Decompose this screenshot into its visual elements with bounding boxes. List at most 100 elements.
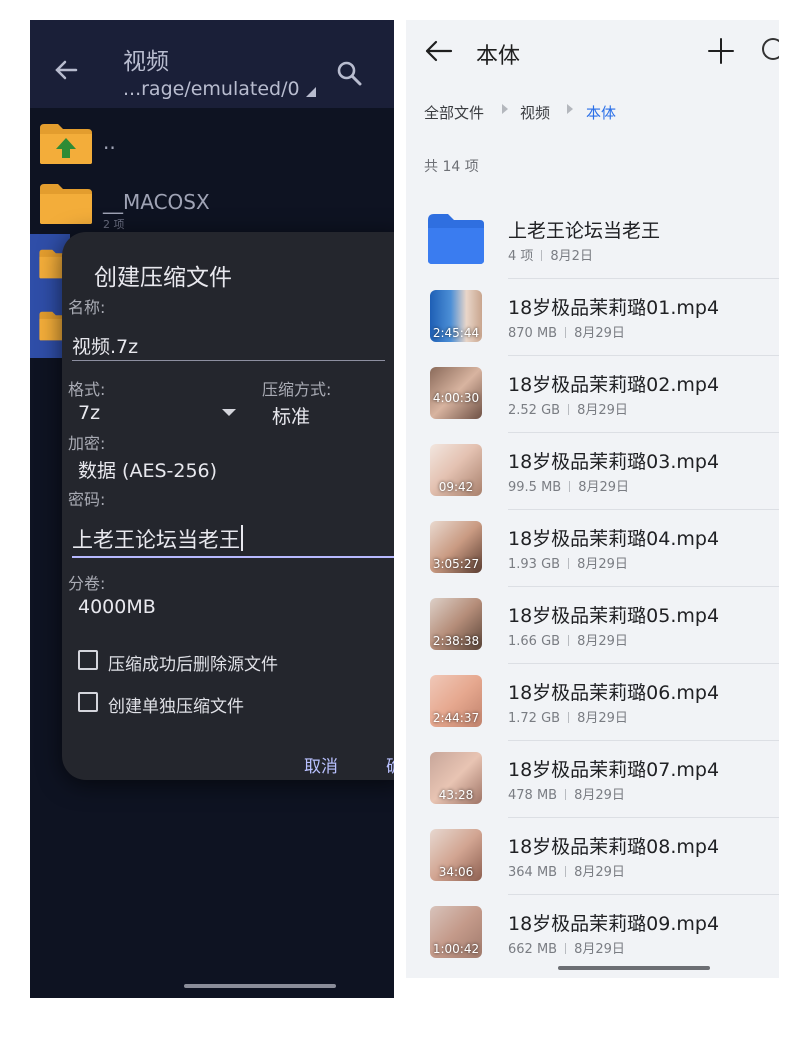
meta-separator xyxy=(568,558,570,569)
item-size: 870 MB xyxy=(508,326,558,341)
list-item-video[interactable]: 34:06 18岁极品茉莉璐08.mp4 364 MB 8月29日 xyxy=(406,818,779,895)
item-date: 8月2日 xyxy=(550,249,593,264)
item-size: 1.66 GB xyxy=(508,634,561,649)
path-text: ...rage/emulated/0 xyxy=(123,78,300,100)
breadcrumb-separator-icon xyxy=(502,104,508,114)
item-meta: 870 MB 8月29日 xyxy=(508,322,625,341)
split-select[interactable]: 4000MB xyxy=(78,596,156,618)
item-date: 8月29日 xyxy=(577,634,628,649)
item-meta: 1.66 GB 8月29日 xyxy=(508,630,628,649)
breadcrumb-all-files[interactable]: 全部文件 xyxy=(424,102,484,123)
item-size: 99.5 MB xyxy=(508,480,562,495)
item-date: 8月29日 xyxy=(574,865,625,880)
video-duration: 09:42 xyxy=(438,480,474,494)
item-meta: 1.93 GB 8月29日 xyxy=(508,553,628,572)
home-indicator xyxy=(558,966,710,970)
search-icon[interactable] xyxy=(762,38,779,60)
video-thumbnail: 2:45:44 xyxy=(430,290,482,342)
list-item-video[interactable]: 43:28 18岁极品茉莉璐07.mp4 478 MB 8月29日 xyxy=(406,741,779,818)
meta-separator xyxy=(568,635,570,646)
breadcrumb-separator-icon xyxy=(567,104,573,114)
archive-name-input[interactable]: 视频.7z xyxy=(72,332,138,359)
item-meta: 2.52 GB 8月29日 xyxy=(508,399,628,418)
folder-title: 视频 xyxy=(123,49,169,75)
storage-path[interactable]: ...rage/emulated/0 xyxy=(123,78,316,100)
breadcrumb-videos[interactable]: 视频 xyxy=(520,102,550,123)
item-name: 18岁极品茉莉璐06.mp4 xyxy=(508,682,720,704)
meta-separator xyxy=(565,789,567,800)
name-label: 名称: xyxy=(68,298,106,317)
item-name: 18岁极品茉莉璐07.mp4 xyxy=(508,759,720,781)
item-name: __MACOSX xyxy=(103,190,210,214)
item-size: 1.72 GB xyxy=(508,711,561,726)
dialog-title: 创建压缩文件 xyxy=(94,265,232,291)
meta-separator xyxy=(568,404,570,415)
meta-separator xyxy=(565,866,567,877)
back-arrow-icon[interactable] xyxy=(52,56,80,84)
cancel-button[interactable]: 取消 xyxy=(304,752,338,777)
list-item-folder[interactable]: 上老王论坛当老王 4 项 8月2日 xyxy=(406,202,779,279)
item-size: 478 MB xyxy=(508,788,558,803)
delete-source-checkbox[interactable] xyxy=(78,650,98,670)
meta-separator xyxy=(565,943,567,954)
item-name: 18岁极品茉莉璐03.mp4 xyxy=(508,451,720,473)
item-name: 18岁极品茉莉璐08.mp4 xyxy=(508,836,720,858)
method-select[interactable]: 标准 xyxy=(272,402,310,429)
folder-up-icon xyxy=(40,124,92,164)
list-item-video[interactable]: 2:44:37 18岁极品茉莉璐06.mp4 1.72 GB 8月29日 xyxy=(406,664,779,741)
item-date: 8月29日 xyxy=(574,788,625,803)
list-item-video[interactable]: 4:00:30 18岁极品茉莉璐02.mp4 2.52 GB 8月29日 xyxy=(406,356,779,433)
list-item-video[interactable]: 2:38:38 18岁极品茉莉璐05.mp4 1.66 GB 8月29日 xyxy=(406,587,779,664)
video-duration: 2:44:37 xyxy=(432,711,480,725)
separate-archive-checkbox[interactable] xyxy=(78,692,98,712)
video-duration: 4:00:30 xyxy=(432,391,480,405)
item-meta: 364 MB 8月29日 xyxy=(508,861,625,880)
home-indicator xyxy=(184,984,336,988)
item-meta: 1.72 GB 8月29日 xyxy=(508,707,628,726)
video-thumbnail: 09:42 xyxy=(430,444,482,496)
item-size: 4 项 xyxy=(508,249,534,264)
item-date: 8月29日 xyxy=(574,942,625,957)
video-thumbnail: 43:28 xyxy=(430,752,482,804)
format-select[interactable]: 7z xyxy=(78,402,100,424)
text-cursor xyxy=(241,525,243,551)
item-meta: 662 MB 8月29日 xyxy=(508,938,625,957)
breadcrumb-current: 本体 xyxy=(586,104,617,122)
meta-separator xyxy=(569,481,571,492)
list-item-video[interactable]: 3:05:27 18岁极品茉莉璐04.mp4 1.93 GB 8月29日 xyxy=(406,510,779,587)
video-duration: 2:38:38 xyxy=(432,634,480,648)
path-dropdown-icon xyxy=(305,87,316,97)
item-date: 8月29日 xyxy=(574,326,625,341)
item-name: 18岁极品茉莉璐02.mp4 xyxy=(508,374,720,396)
encryption-select[interactable]: 数据 (AES-256) xyxy=(78,456,217,483)
back-arrow-icon[interactable] xyxy=(424,36,454,66)
ok-button[interactable]: 确 xyxy=(386,752,394,777)
separate-archive-label: 创建单独压缩文件 xyxy=(108,697,244,717)
zarchiver-screen: 视频 ...rage/emulated/0 .. __MACOSX 2 项 创建… xyxy=(30,20,394,998)
password-input[interactable]: 上老王论坛当老王 xyxy=(72,524,243,554)
list-item-video[interactable]: 2:45:44 18岁极品茉莉璐01.mp4 870 MB 8月29日 xyxy=(406,279,779,356)
item-name: 18岁极品茉莉璐05.mp4 xyxy=(508,605,720,627)
video-duration: 2:45:44 xyxy=(432,326,480,340)
item-name: 18岁极品茉莉璐01.mp4 xyxy=(508,297,720,319)
format-dropdown-icon[interactable] xyxy=(222,409,236,416)
list-item-video[interactable]: 09:42 18岁极品茉莉璐03.mp4 99.5 MB 8月29日 xyxy=(406,433,779,510)
video-thumbnail: 34:06 xyxy=(430,829,482,881)
password-label: 密码: xyxy=(68,490,106,509)
split-label: 分卷: xyxy=(68,574,106,593)
list-item-parent[interactable]: .. xyxy=(30,112,394,172)
meta-separator xyxy=(568,712,570,723)
item-date: 8月29日 xyxy=(577,557,628,572)
item-count: 共 14 项 xyxy=(424,159,479,175)
item-count: 2 项 xyxy=(103,218,125,231)
format-label: 格式: xyxy=(68,380,106,399)
search-icon[interactable] xyxy=(336,60,362,86)
password-text: 上老王论坛当老王 xyxy=(72,528,240,552)
item-size: 662 MB xyxy=(508,942,558,957)
add-icon[interactable] xyxy=(706,36,736,66)
item-meta: 478 MB 8月29日 xyxy=(508,784,625,803)
method-label: 压缩方式: xyxy=(262,380,332,399)
list-item-video[interactable]: 1:00:42 18岁极品茉莉璐09.mp4 662 MB 8月29日 xyxy=(406,895,779,972)
name-underline xyxy=(72,360,385,361)
list-item-macosx[interactable]: __MACOSX 2 项 xyxy=(30,172,394,232)
